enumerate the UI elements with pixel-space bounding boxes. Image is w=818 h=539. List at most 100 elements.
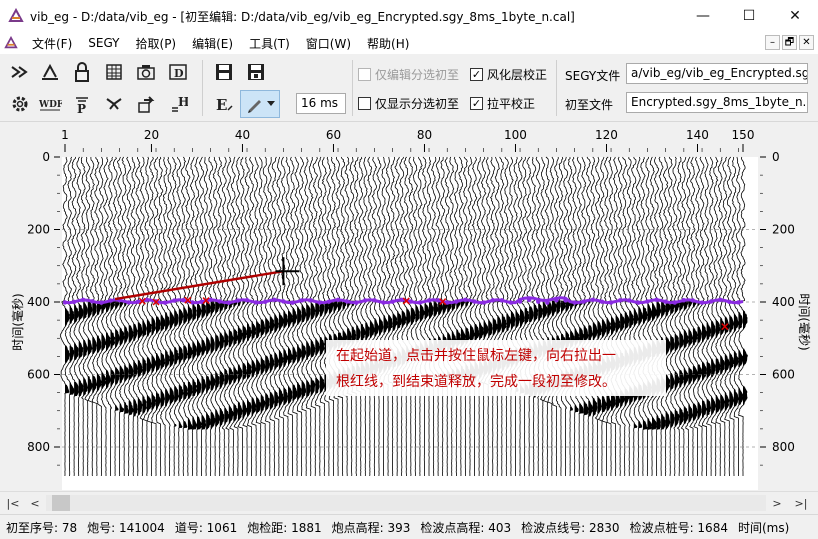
firstbreak-file-field[interactable]: Encrypted.sgy_8ms_1byte_n.cal <box>626 92 808 113</box>
seismic-plot-frame: 1 20 40 60 80 100 120 140 150 0 200 400 600 800 0 200 40… <box>0 122 818 490</box>
firstbreak-pick-point <box>526 297 532 303</box>
scroll-next-button[interactable]: > <box>766 494 788 512</box>
status-time: 时间(ms) <box>737 520 790 535</box>
only-edit-selected-box[interactable] <box>358 68 371 81</box>
only-show-selected-box[interactable] <box>358 97 371 110</box>
instruction-line-1: 在起始道，点击并按住鼠标左键，向右拉出一 <box>336 348 616 364</box>
gain-icon[interactable] <box>38 60 62 84</box>
maximize-button[interactable]: ☐ <box>726 0 772 32</box>
firstbreak-pick-point <box>426 298 432 303</box>
y-axis-label-right: 时间(毫秒) <box>797 293 812 350</box>
firstbreak-pick-point <box>727 299 732 304</box>
svg-text:P: P <box>77 102 86 114</box>
table-icon[interactable] <box>102 60 126 84</box>
segy-file-label: SEGY文件 <box>565 69 621 83</box>
settings-gear-icon[interactable] <box>8 92 32 116</box>
camera-icon[interactable] <box>134 60 158 84</box>
document-logo-icon[interactable] <box>4 36 18 50</box>
firstbreak-pick-point <box>71 299 77 305</box>
mdi-close-button[interactable]: ✕ <box>799 35 814 50</box>
time-step-input[interactable]: 16 ms <box>296 93 346 114</box>
export-icon[interactable] <box>134 92 158 116</box>
firstbreak-pick-point <box>108 298 113 303</box>
menu-pick[interactable]: 拾取(P) <box>128 35 185 52</box>
firstbreak-pick-point <box>244 298 250 303</box>
top-axis-tick-label: 60 <box>326 128 341 142</box>
top-axis-tick-label: 100 <box>504 128 527 142</box>
chevron-down-icon[interactable] <box>267 101 275 107</box>
instruction-line-2: 根红线，到结束道释放，完成一段初至修改。 <box>336 374 616 390</box>
pencil-icon <box>248 100 261 113</box>
flatten-correction-checkbox[interactable]: ✓ 拉平校正 <box>470 95 535 112</box>
weathering-correction-label: 风化层校正 <box>487 68 548 82</box>
menu-help[interactable]: 帮助(H) <box>359 35 417 52</box>
firstbreak-pick-point <box>654 297 659 303</box>
right-axis-tick-label: 800 <box>772 440 795 454</box>
scroll-track[interactable] <box>46 495 766 511</box>
status-trace-number: 道号: 1061 <box>174 520 238 535</box>
segy-file-field[interactable]: a/vib_eg/vib_eg_Encrypted.sgy <box>626 63 808 84</box>
left-axis-tick-label: 400 <box>27 295 50 309</box>
scroll-thumb[interactable] <box>52 495 70 511</box>
minimize-button[interactable]: — <box>680 0 726 32</box>
fast-forward-icon[interactable] <box>8 60 32 84</box>
flatten-correction-box[interactable]: ✓ <box>470 97 483 110</box>
scroll-last-button[interactable]: >| <box>790 494 812 512</box>
firstbreak-pick-point <box>299 298 304 303</box>
firstbreak-pick-point <box>536 299 541 304</box>
firstbreak-pick-point <box>417 300 423 305</box>
firstbreak-pick-point <box>344 299 350 304</box>
firstbreak-pick-point <box>326 299 332 304</box>
save-icon[interactable] <box>212 60 236 84</box>
horizontal-scrollbar[interactable]: |< < > >| <box>0 491 818 513</box>
only-edit-selected-checkbox[interactable]: 仅编辑分选初至 <box>358 66 459 83</box>
mdi-minimize-button[interactable]: – <box>765 35 780 50</box>
menu-edit[interactable]: 编辑(E) <box>184 35 241 52</box>
right-axis-tick-label: 600 <box>772 368 795 382</box>
status-shot-number: 炮号: 141004 <box>87 520 165 535</box>
top-axis-tick-label: 1 <box>61 128 69 142</box>
weathering-correction-checkbox[interactable]: ✓ 风化层校正 <box>470 66 547 83</box>
firstbreak-pick-point <box>681 298 687 303</box>
title-bar: vib_eg - D:/data/vib_eg - [初至编辑: D:/data… <box>0 0 818 32</box>
seismic-section[interactable]: 1 20 40 60 80 100 120 140 1500200400600800020040… <box>0 122 818 490</box>
menu-window[interactable]: 窗口(W) <box>298 35 359 52</box>
firstbreak-pick-point <box>645 299 650 304</box>
lock-icon[interactable] <box>70 60 94 84</box>
pencil-tool-button[interactable] <box>240 90 280 118</box>
svg-text:H: H <box>178 95 188 109</box>
p-header-icon[interactable]: P <box>70 92 94 116</box>
firstbreak-pick-point <box>718 297 723 303</box>
instruction-callout: 在起始道，点击并按住鼠标左键，向右拉出一 根红线，到结束道释放，完成一段初至修改… <box>326 340 666 396</box>
menu-bar: 文件(F) SEGY 拾取(P) 编辑(E) 工具(T) 窗口(W) 帮助(H)… <box>0 32 818 54</box>
wdf-icon[interactable]: WDF <box>38 92 62 116</box>
firstbreak-pick-point <box>162 300 168 305</box>
only-show-selected-checkbox[interactable]: 仅显示分选初至 <box>358 95 459 112</box>
scroll-first-button[interactable]: |< <box>2 494 24 512</box>
y-axis-label-left: 时间(毫秒) <box>10 293 25 350</box>
edit-e-icon[interactable]: E <box>212 92 236 116</box>
firstbreak-pick-point <box>608 300 614 305</box>
save-as-icon[interactable] <box>244 60 268 84</box>
menu-segy[interactable]: SEGY <box>80 36 127 50</box>
firstbreak-pick-point <box>699 300 705 305</box>
scroll-prev-button[interactable]: < <box>24 494 46 512</box>
weathering-correction-box[interactable]: ✓ <box>470 68 483 81</box>
firstbreak-pick-point <box>90 299 95 304</box>
pick-icon[interactable] <box>102 92 126 116</box>
status-firstbreak-index: 初至序号: 78 <box>6 520 78 535</box>
firstbreak-pick-point <box>545 300 550 305</box>
menu-tools[interactable]: 工具(T) <box>241 35 298 52</box>
menu-file[interactable]: 文件(F) <box>24 35 80 52</box>
firstbreak-pick-point <box>217 299 222 304</box>
toolbar: D WDF P H E 16 ms 仅编辑分选初至 仅显示分选初至 ✓ 风化层校… <box>0 54 818 122</box>
d-header-icon[interactable]: D <box>166 60 190 84</box>
svg-text:E: E <box>216 96 227 114</box>
close-button[interactable]: ✕ <box>772 0 818 32</box>
mdi-restore-button[interactable]: 🗗 <box>782 35 797 50</box>
firstbreak-pick-point <box>390 299 395 304</box>
firstbreak-pick-point <box>463 297 468 303</box>
firstbreak-pick-point <box>126 300 131 305</box>
h-header-icon[interactable]: H <box>166 92 190 116</box>
firstbreak-pick-point <box>308 298 313 303</box>
